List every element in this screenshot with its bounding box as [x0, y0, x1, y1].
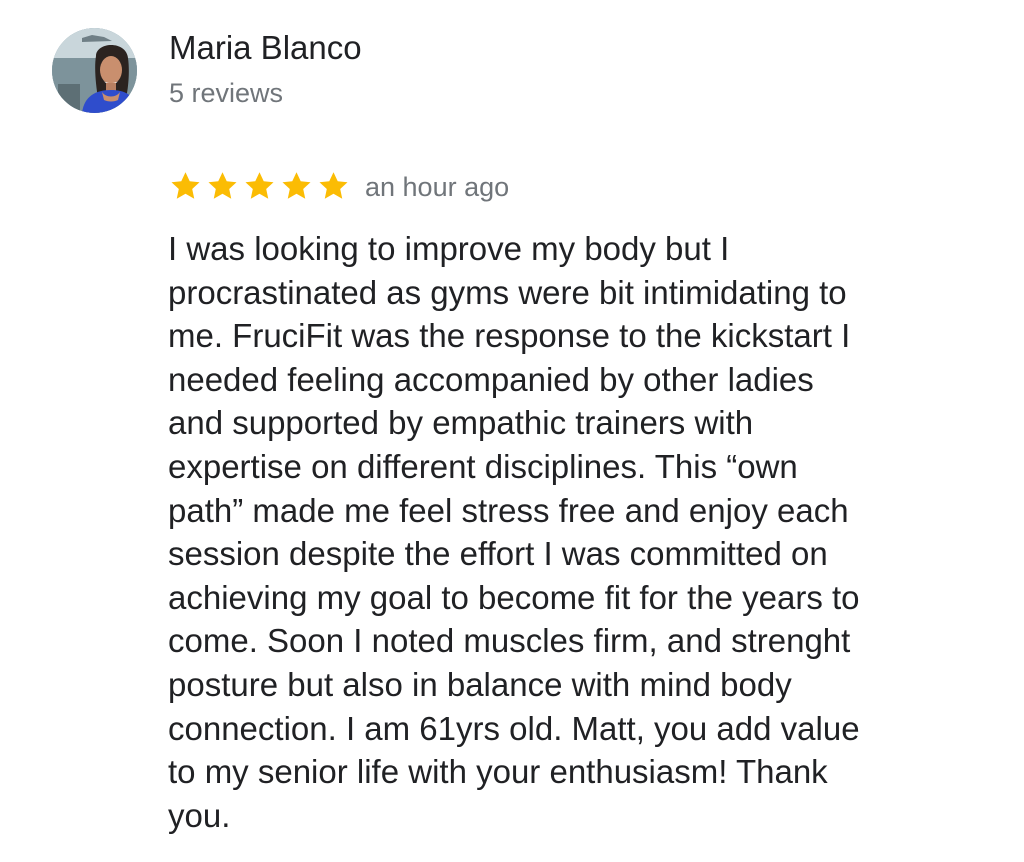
star-rating	[168, 169, 351, 204]
review-text: I was looking to improve my body but I p…	[168, 230, 860, 834]
rating-row: an hour ago	[168, 168, 509, 204]
review-time: an hour ago	[365, 172, 510, 202]
star-icon	[208, 171, 237, 199]
star-icon	[319, 171, 348, 199]
reviewer-name[interactable]: Maria Blanco	[169, 28, 362, 68]
star-icon	[171, 171, 200, 199]
star-icon	[245, 171, 274, 199]
star-icon	[282, 171, 311, 199]
review-card: Maria Blanco 5 reviews an hour ago I was…	[0, 0, 1024, 862]
avatar[interactable]	[52, 28, 137, 113]
profile-photo-icon	[52, 28, 137, 113]
review-count[interactable]: 5 reviews	[169, 75, 283, 111]
